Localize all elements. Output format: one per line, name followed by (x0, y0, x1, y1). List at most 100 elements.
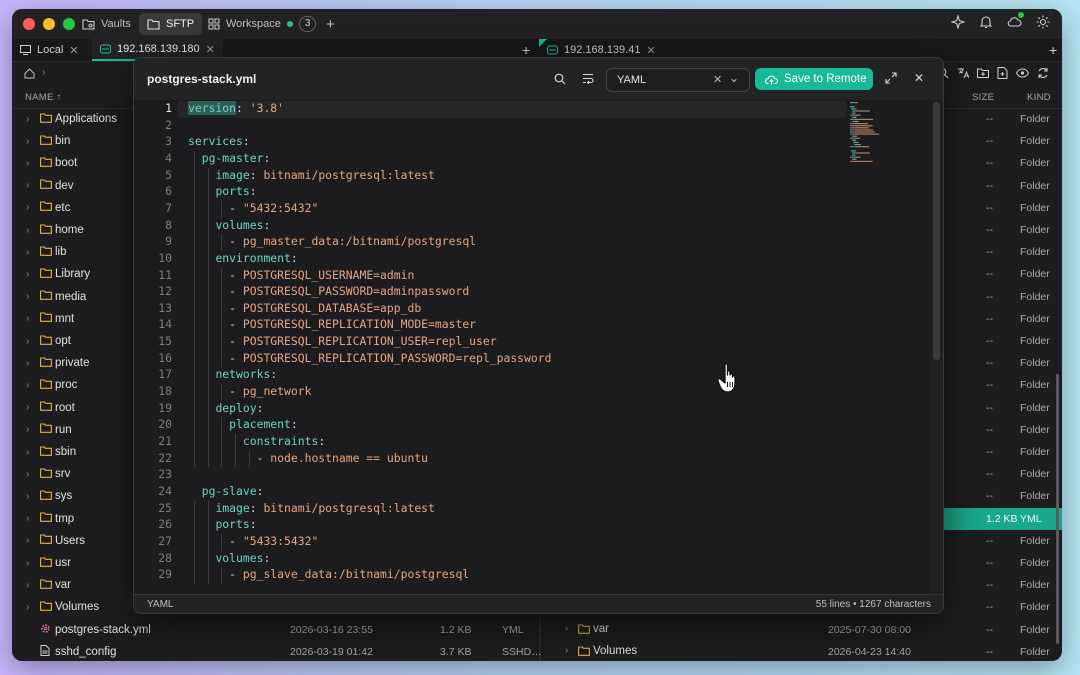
clear-icon[interactable]: ✕ (713, 73, 722, 86)
refresh-icon[interactable] (1037, 67, 1049, 79)
expand-icon[interactable] (885, 72, 897, 84)
folder-row[interactable]: › var 2025-07-30 08:00 -- Folder (541, 619, 1062, 641)
code-line[interactable]: version: '3.8' (188, 101, 284, 115)
code-line[interactable]: environment: (188, 251, 297, 265)
folder-name: mnt (55, 312, 75, 325)
add-right-tab-button[interactable]: + (1041, 39, 1062, 61)
tab-sftp[interactable]: SFTP (139, 13, 203, 35)
home-icon[interactable] (24, 68, 35, 79)
minimize-window-button[interactable] (43, 18, 55, 30)
search-icon[interactable] (554, 73, 566, 85)
code-line[interactable]: services: (188, 134, 250, 148)
code-line[interactable]: image: bitnami/postgresql:latest (188, 501, 434, 515)
code-line[interactable]: - pg_network (188, 384, 311, 398)
language-select[interactable]: YAML ✕ ⌄ (606, 68, 750, 92)
code-line[interactable]: volumes: (188, 551, 270, 565)
code-line[interactable]: image: bitnami/postgresql:latest (188, 167, 435, 182)
chevron-right-icon[interactable]: › (26, 336, 29, 347)
code-line[interactable]: - pg_master_data:/bitnami/postgresql (188, 234, 476, 248)
code-line[interactable]: - pg_slave_data:/bitnami/postgresql (188, 567, 469, 581)
file-name: sshd_config (55, 645, 117, 658)
file-row[interactable]: sshd_config 2026-03-19 01:42 3.7 KB SSHD_C.… (12, 641, 544, 661)
item-size: -- (986, 423, 993, 436)
editor-scroll-thumb[interactable] (933, 102, 940, 360)
close-icon[interactable]: ✕ (69, 44, 78, 57)
new-folder-icon[interactable] (977, 67, 989, 79)
code-line[interactable]: deploy: (188, 401, 263, 415)
code-line[interactable]: placement: (188, 417, 298, 431)
chevron-right-icon[interactable]: › (26, 136, 29, 147)
close-editor-icon[interactable]: ✕ (914, 71, 924, 85)
code-line[interactable]: - POSTGRESQL_DATABASE=app_db (188, 301, 421, 315)
close-icon[interactable]: ✕ (646, 44, 655, 57)
chevron-right-icon[interactable]: › (26, 358, 29, 369)
cloud-icon[interactable] (1007, 12, 1024, 29)
code-editor[interactable]: 1 version: '3.8' 2 3 services: 4 pg-master: 5 … (134, 100, 930, 594)
code-line[interactable]: - POSTGRESQL_REPLICATION_USER=repl_user (188, 334, 496, 348)
item-size: -- (986, 468, 993, 481)
chevron-right-icon[interactable]: › (26, 380, 29, 391)
close-icon[interactable]: ✕ (206, 43, 215, 56)
column-header-kind[interactable]: KIND (1027, 86, 1051, 108)
code-line[interactable]: - POSTGRESQL_PASSWORD=adminpassword (188, 284, 469, 298)
chevron-right-icon[interactable]: › (26, 424, 29, 435)
folder-icon (40, 512, 52, 525)
new-tab-button[interactable]: + (318, 13, 343, 35)
chevron-right-icon[interactable]: › (26, 158, 29, 169)
tab-workspace[interactable]: Workspace 3 (200, 13, 324, 35)
save-to-remote-button[interactable]: Save to Remote (755, 68, 873, 90)
yaml-value: POSTGRESQL_REPLICATION_PASSWORD=repl_pas… (242, 350, 552, 365)
chevron-right-icon[interactable]: › (26, 247, 29, 258)
code-line[interactable]: - node.hostname == ubuntu (188, 451, 428, 465)
right-scrollbar[interactable] (1056, 374, 1059, 644)
file-row[interactable]: postgres-stack.yml 2026-03-16 23:55 1.2 KB… (12, 619, 533, 641)
folder-row[interactable]: › Volumes 2026-04-23 14:40 -- Folder (541, 641, 1062, 661)
word-wrap-icon[interactable] (582, 73, 594, 84)
item-size: -- (986, 157, 993, 170)
chevron-right-icon[interactable]: › (565, 645, 568, 656)
new-file-icon[interactable] (997, 67, 1008, 79)
chevron-right-icon[interactable]: › (26, 291, 29, 302)
tab-vaults[interactable]: Vaults (74, 13, 139, 35)
chevron-right-icon[interactable]: › (26, 313, 29, 324)
close-window-button[interactable] (23, 18, 35, 30)
column-header-name[interactable]: NAME ↑ (25, 86, 145, 108)
chevron-right-icon[interactable]: › (26, 513, 29, 524)
minimap-mark (854, 125, 873, 127)
bell-icon[interactable] (979, 15, 993, 29)
yaml-punct: - (188, 350, 243, 365)
column-header-size[interactable]: SIZE (972, 86, 994, 108)
translate-icon[interactable] (957, 67, 969, 79)
chevron-right-icon[interactable]: › (26, 558, 29, 569)
chevron-right-icon[interactable]: › (26, 402, 29, 413)
chevron-right-icon[interactable]: › (26, 180, 29, 191)
code-line[interactable]: pg-slave: (188, 484, 264, 498)
code-line[interactable]: pg-master: (188, 151, 271, 165)
minimap[interactable] (848, 100, 930, 200)
code-line[interactable]: ports: (188, 517, 256, 531)
chevron-right-icon[interactable]: › (26, 447, 29, 458)
chevron-right-icon[interactable]: › (26, 602, 29, 613)
yaml-value: POSTGRESQL_DATABASE=app_db (242, 300, 422, 315)
code-line[interactable]: - POSTGRESQL_REPLICATION_MODE=master (188, 317, 476, 331)
chevron-right-icon[interactable]: › (26, 269, 29, 280)
chevron-right-icon[interactable]: › (26, 469, 29, 480)
sun-icon[interactable] (1036, 15, 1050, 29)
chevron-right-icon[interactable]: › (26, 580, 29, 591)
code-line[interactable]: networks: (188, 367, 277, 381)
chevron-right-icon[interactable]: › (26, 202, 29, 213)
yaml-value: bitnami/postgresql:latest (263, 167, 435, 182)
editor-scrollbar[interactable] (931, 100, 943, 594)
chevron-right-icon[interactable]: › (26, 491, 29, 502)
chevron-right-icon[interactable]: › (26, 225, 29, 236)
session-tab-local[interactable]: Local ✕ (12, 39, 87, 61)
chevron-right-icon[interactable]: › (26, 114, 29, 125)
code-line[interactable]: - POSTGRESQL_REPLICATION_PASSWORD=repl_p… (188, 351, 551, 365)
eye-icon[interactable] (1016, 67, 1029, 79)
item-kind: Folder (1020, 490, 1050, 503)
code-line[interactable]: ports: (188, 184, 256, 198)
chevron-right-icon[interactable]: › (26, 535, 29, 546)
chevron-right-icon[interactable]: › (565, 623, 568, 634)
code-line[interactable]: volumes: (188, 218, 270, 232)
sparkle-icon[interactable] (951, 15, 965, 29)
